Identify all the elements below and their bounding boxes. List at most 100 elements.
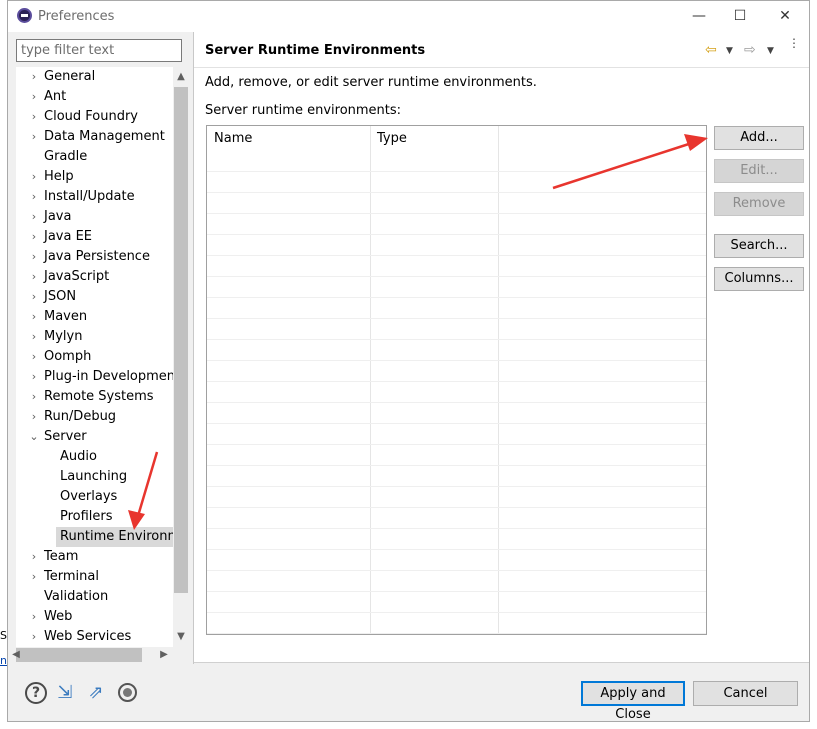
scroll-thumb-horizontal[interactable]: [16, 648, 142, 662]
minimize-button[interactable]: —: [690, 7, 708, 25]
chevron-right-icon[interactable]: ›: [28, 247, 40, 267]
chevron-right-icon[interactable]: ›: [28, 187, 40, 207]
chevron-right-icon[interactable]: ›: [28, 387, 40, 407]
row-separator: [207, 633, 706, 634]
tree-item-label: Runtime Environme: [60, 529, 173, 544]
arrow-left-icon[interactable]: ⇦: [705, 42, 717, 58]
tree-item-label: Mylyn: [44, 329, 83, 344]
chevron-right-icon[interactable]: ›: [28, 287, 40, 307]
scroll-thumb[interactable]: [174, 87, 188, 593]
row-separator: [207, 423, 706, 424]
row-separator: [207, 297, 706, 298]
tree-item[interactable]: › Install/Update: [16, 187, 135, 207]
tree-item-label: Java EE: [44, 229, 93, 244]
tree-item[interactable]: › Team: [16, 547, 79, 567]
tree-item[interactable]: › Java: [16, 207, 72, 227]
row-separator: [207, 486, 706, 487]
chevron-right-icon[interactable]: ›: [28, 327, 40, 347]
tree-item[interactable]: › Web: [16, 607, 73, 627]
scroll-down-arrow-icon[interactable]: ▼: [173, 629, 189, 645]
edit-button[interactable]: Edit...: [714, 159, 804, 183]
chevron-right-icon[interactable]: ›: [28, 267, 40, 287]
add-button[interactable]: Add...: [714, 126, 804, 150]
tree-item-label: Install/Update: [44, 189, 135, 204]
tree-item[interactable]: Audio: [56, 447, 97, 467]
filter-input[interactable]: [16, 39, 182, 62]
apply-and-close-button[interactable]: Apply and Close: [581, 681, 685, 722]
chevron-right-icon[interactable]: ›: [28, 127, 40, 147]
column-header-type[interactable]: Type: [370, 126, 498, 152]
tree-item[interactable]: Runtime Environme: [56, 527, 173, 547]
chevron-right-icon[interactable]: ›: [28, 227, 40, 247]
tree-item[interactable]: › Java EE: [16, 227, 92, 247]
columns-button[interactable]: Columns...: [714, 267, 804, 291]
window-title: Preferences: [38, 9, 115, 24]
help-icon[interactable]: ?: [25, 682, 47, 704]
tree-item[interactable]: › Terminal: [16, 567, 99, 587]
scroll-right-arrow-icon[interactable]: ▶: [156, 647, 172, 663]
chevron-right-icon[interactable]: ›: [28, 367, 40, 387]
tree-item[interactable]: › Remote Systems: [16, 387, 154, 407]
tree-horizontal-scrollbar[interactable]: ◀ ▶: [12, 647, 173, 663]
chevron-right-icon[interactable]: ›: [28, 567, 40, 587]
record-icon[interactable]: [118, 683, 137, 702]
back-dropdown-icon[interactable]: ▼: [726, 46, 733, 56]
scroll-up-arrow-icon[interactable]: ▲: [173, 69, 189, 85]
remove-button[interactable]: Remove: [714, 192, 804, 216]
tree-item[interactable]: › JavaScript: [16, 267, 109, 287]
tree-item-label: Maven: [44, 309, 88, 324]
tree-item[interactable]: Overlays: [56, 487, 117, 507]
tree-vertical-scrollbar[interactable]: ▲ ▼: [173, 67, 189, 647]
row-separator: [207, 444, 706, 445]
view-menu-icon[interactable]: ⋮: [788, 37, 800, 49]
close-button[interactable]: ✕: [776, 7, 794, 25]
tree-item[interactable]: › Cloud Foundry: [16, 107, 138, 127]
arrow-right-icon[interactable]: ⇨: [744, 42, 756, 58]
export-icon[interactable]: ⇗: [85, 682, 107, 704]
chevron-right-icon[interactable]: ›: [28, 627, 40, 647]
tree-item-label: JSON: [44, 289, 77, 304]
tree-item[interactable]: › Data Management: [16, 127, 165, 147]
tree-item[interactable]: › Run/Debug: [16, 407, 116, 427]
tree-item[interactable]: › JSON: [16, 287, 76, 307]
preference-tree[interactable]: › General › Ant › Cloud Foundry › Data Manageme…: [16, 67, 173, 647]
scroll-left-arrow-icon[interactable]: ◀: [8, 647, 24, 663]
search-button[interactable]: Search...: [714, 234, 804, 258]
tree-item[interactable]: Profilers: [56, 507, 113, 527]
chevron-right-icon[interactable]: ›: [28, 207, 40, 227]
chevron-right-icon[interactable]: ›: [28, 407, 40, 427]
tree-item-label: Validation: [44, 589, 109, 604]
chevron-right-icon[interactable]: ›: [28, 547, 40, 567]
column-header-name[interactable]: Name: [207, 126, 370, 152]
tree-item[interactable]: › Ant: [16, 87, 66, 107]
chevron-right-icon[interactable]: ›: [28, 87, 40, 107]
tree-item[interactable]: › General: [16, 67, 95, 87]
footer-separator: [194, 662, 809, 663]
maximize-button[interactable]: ☐: [731, 7, 749, 25]
tree-item[interactable]: Launching: [56, 467, 127, 487]
tree-item[interactable]: › Maven: [16, 307, 87, 327]
cancel-button[interactable]: Cancel: [693, 681, 798, 706]
chevron-right-icon[interactable]: ›: [28, 347, 40, 367]
tree-item[interactable]: › Oomph: [16, 347, 92, 367]
chevron-right-icon[interactable]: ›: [28, 607, 40, 627]
tree-item[interactable]: › Plug-in Development: [16, 367, 173, 387]
tree-item[interactable]: › Mylyn: [16, 327, 83, 347]
tree-item[interactable]: ⌄ Server: [16, 427, 86, 447]
chevron-right-icon[interactable]: ›: [28, 107, 40, 127]
chevron-right-icon[interactable]: ›: [28, 167, 40, 187]
tree-item[interactable]: › Java Persistence: [16, 247, 150, 267]
chevron-right-icon[interactable]: ›: [28, 307, 40, 327]
forward-dropdown-icon[interactable]: ▼: [767, 46, 774, 56]
tree-item[interactable]: › Help: [16, 167, 74, 187]
import-icon[interactable]: ⇲: [54, 682, 76, 704]
row-separator: [207, 570, 706, 571]
tree-item[interactable]: Validation: [16, 587, 108, 607]
chevron-down-icon[interactable]: ⌄: [28, 427, 40, 447]
row-separator: [207, 339, 706, 340]
runtime-table[interactable]: Name Type: [206, 125, 707, 635]
runtime-list-label: Server runtime environments:: [205, 103, 402, 118]
tree-item[interactable]: Gradle: [16, 147, 87, 167]
tree-item[interactable]: › Web Services: [16, 627, 132, 647]
chevron-right-icon[interactable]: ›: [28, 67, 40, 87]
